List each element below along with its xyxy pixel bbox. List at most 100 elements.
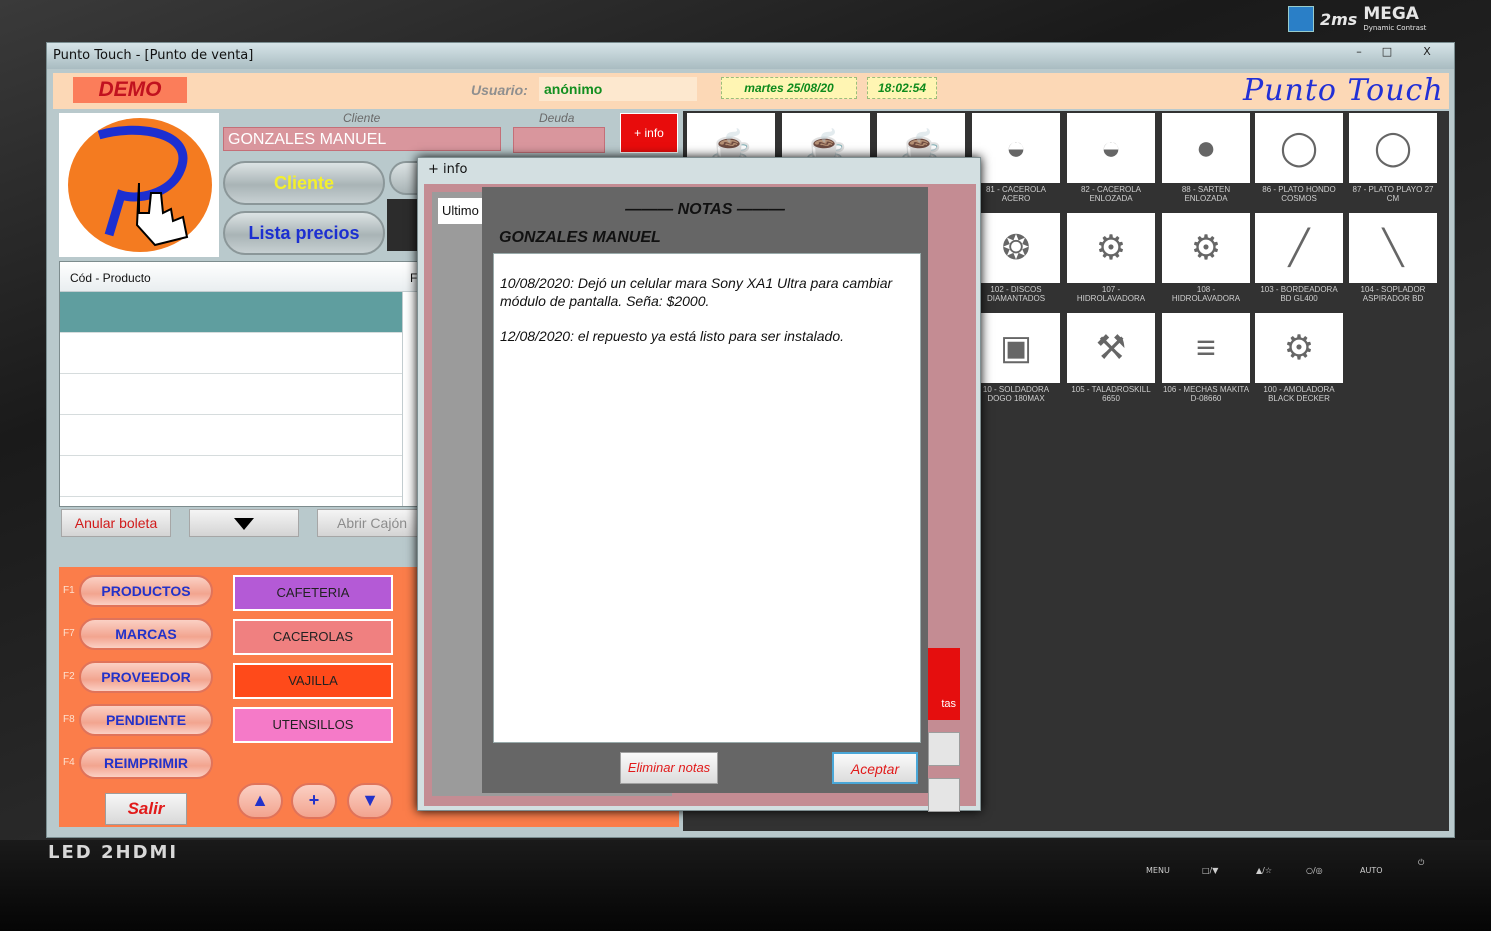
- product-tile[interactable]: ◒ 82 - CACEROLA ENLOZADA: [1067, 113, 1155, 205]
- product-tile[interactable]: ╲ 104 - SOPLADOR ASPIRADOR BD: [1349, 213, 1437, 305]
- client-button[interactable]: Cliente: [223, 161, 385, 205]
- category-vajilla[interactable]: VAJILLA: [233, 663, 393, 699]
- brand-logo: Punto Touch: [1243, 73, 1444, 108]
- notes-button[interactable]: tas: [924, 648, 960, 720]
- product-tile[interactable]: ≡ 106 - MECHAS MAKITA D-08660: [1162, 313, 1250, 405]
- debt-caption: Deuda: [539, 111, 575, 125]
- user-label: Usuario:: [471, 82, 528, 98]
- demo-badge: DEMO: [73, 77, 187, 103]
- open-drawer-button[interactable]: Abrir Cajón: [317, 509, 427, 537]
- product-caption: 100 - AMOLADORA BLACK DECKER: [1263, 385, 1335, 403]
- fkey-label: F8: [63, 714, 75, 725]
- note-entry: 10/08/2020: Dejó un celular mara Sony XA…: [500, 275, 893, 309]
- title-bar: Punto Touch - [Punto de venta] – □ X: [47, 43, 1454, 69]
- price-list-button[interactable]: Lista precios: [223, 211, 385, 255]
- product-tile[interactable]: ● 88 - SARTEN ENLOZADA: [1162, 113, 1250, 205]
- pan-icon: ●: [1162, 113, 1250, 183]
- brands-button[interactable]: MARCAS: [79, 618, 213, 650]
- fkey-label: F4: [63, 757, 75, 768]
- note-entry: 12/08/2020: el repuesto ya está listo pa…: [500, 328, 844, 344]
- dialog-side-button[interactable]: [928, 732, 960, 766]
- plate-icon: ◯: [1349, 113, 1437, 183]
- delete-notes-button[interactable]: Eliminar notas: [620, 752, 718, 784]
- product-tile[interactable]: ⚙ 108 - HIDROLAVADORA: [1162, 213, 1250, 305]
- close-button[interactable]: X: [1415, 45, 1439, 60]
- client-caption: Cliente: [343, 111, 381, 125]
- table-row[interactable]: [60, 456, 403, 497]
- response-time-label: 2ms: [1320, 9, 1358, 29]
- product-tile[interactable]: ⚒ 105 - TALADROSKILL 6650: [1067, 313, 1155, 405]
- exit-button[interactable]: Salir: [105, 793, 187, 825]
- app-window: Punto Touch - [Punto de venta] – □ X DEM…: [46, 42, 1455, 838]
- user-value: anónimo: [539, 77, 697, 101]
- pot-icon: ◒: [972, 113, 1060, 183]
- product-tile[interactable]: ⚙ 100 - AMOLADORA BLACK DECKER: [1255, 313, 1343, 405]
- product-tile[interactable]: ◒ 81 - CACEROLA ACERO: [972, 113, 1060, 205]
- washer-icon: ⚙: [1162, 213, 1250, 283]
- monitor-mode-button: ○/◎: [1306, 866, 1323, 875]
- welder-icon: ▣: [972, 313, 1060, 383]
- category-cafeteria[interactable]: CAFETERIA: [233, 575, 393, 611]
- add-button[interactable]: +: [291, 783, 337, 819]
- notes-textarea[interactable]: 10/08/2020: Dejó un celular mara Sony XA…: [493, 253, 921, 743]
- products-button[interactable]: PRODUCTOS: [79, 575, 213, 607]
- mega-sub-label: Dynamic Contrast: [1363, 24, 1427, 32]
- disc-icon: ❂: [972, 213, 1060, 283]
- pointing-hand-icon: [97, 125, 189, 247]
- product-caption: 10 - SOLDADORA DOGO 180MAX: [982, 385, 1050, 403]
- minimize-button[interactable]: –: [1347, 45, 1371, 60]
- pending-button[interactable]: PENDIENTE: [79, 704, 213, 736]
- product-caption: 103 - BORDEADORA BD GL400: [1260, 285, 1338, 303]
- category-cacerolas[interactable]: CACEROLAS: [233, 619, 393, 655]
- supplier-button[interactable]: PROVEEDOR: [79, 661, 213, 693]
- scroll-down-button[interactable]: [189, 509, 299, 537]
- window-title: Punto Touch - [Punto de venta]: [53, 48, 254, 63]
- cancel-receipt-button[interactable]: Anular boleta: [61, 509, 171, 537]
- notes-client-name: GONZALES MANUEL: [499, 229, 661, 246]
- more-info-button[interactable]: + info: [620, 113, 678, 153]
- product-tile[interactable]: ╱ 103 - BORDEADORA BD GL400: [1255, 213, 1343, 305]
- accept-button[interactable]: Aceptar: [832, 752, 918, 784]
- dialog-side-button[interactable]: [928, 778, 960, 812]
- washer-icon: ⚙: [1067, 213, 1155, 283]
- table-row[interactable]: [60, 333, 403, 374]
- app-logo: [59, 113, 219, 257]
- monitor-branding: 2ms MEGA Dynamic Contrast: [1288, 6, 1426, 32]
- product-caption: 86 - PLATO HONDO COSMOS: [1262, 185, 1336, 203]
- product-caption: 81 - CACEROLA ACERO: [985, 185, 1047, 203]
- fkey-label: F1: [63, 585, 75, 596]
- client-name-field[interactable]: GONZALES MANUEL: [223, 127, 501, 151]
- page-up-button[interactable]: ▲: [237, 783, 283, 819]
- maximize-button[interactable]: □: [1375, 45, 1399, 60]
- product-tile[interactable]: ❂ 102 - DISCOS DIAMANTADOS: [972, 213, 1060, 305]
- category-utensillos[interactable]: UTENSILLOS: [233, 707, 393, 743]
- product-tile[interactable]: ⚙ 107 - HIDROLAVADORA: [1067, 213, 1155, 305]
- notes-title: ——— NOTAS ———: [625, 201, 785, 218]
- product-tile[interactable]: ◯ 86 - PLATO HONDO COSMOS: [1255, 113, 1343, 205]
- trimmer-icon: ╱: [1255, 213, 1343, 283]
- reprint-button[interactable]: REIMPRIMIR: [79, 747, 213, 779]
- page-down-button[interactable]: ▼: [347, 783, 393, 819]
- product-tile[interactable]: ◯ 87 - PLATO PLAYO 27 CM: [1349, 113, 1437, 205]
- monitor-source-button: □/▼: [1202, 866, 1219, 875]
- fkey-label: F2: [63, 671, 75, 682]
- monitor-base: [0, 840, 1491, 931]
- sale-items-grid[interactable]: Cód - Producto F: [59, 261, 419, 507]
- energy-star-icon: [1288, 6, 1314, 32]
- column-product: Cód - Producto: [70, 271, 151, 285]
- product-caption: 108 - HIDROLAVADORA: [1171, 285, 1241, 303]
- grid-divider: [402, 292, 403, 506]
- bits-icon: ≡: [1162, 313, 1250, 383]
- table-row[interactable]: [60, 374, 403, 415]
- drill-icon: ⚒: [1067, 313, 1155, 383]
- product-caption: 106 - MECHAS MAKITA D-08660: [1162, 385, 1250, 403]
- table-row[interactable]: [60, 415, 403, 456]
- time-display: 18:02:54: [867, 77, 937, 99]
- monitor-menu-button: MENU: [1146, 866, 1170, 875]
- arrow-down-icon: [234, 518, 254, 530]
- product-tile[interactable]: ▣ 10 - SOLDADORA DOGO 180MAX: [972, 313, 1060, 405]
- table-row[interactable]: [60, 292, 403, 333]
- plate-icon: ◯: [1255, 113, 1343, 183]
- info-dialog-title: + info: [428, 162, 468, 177]
- debt-field[interactable]: [513, 127, 605, 153]
